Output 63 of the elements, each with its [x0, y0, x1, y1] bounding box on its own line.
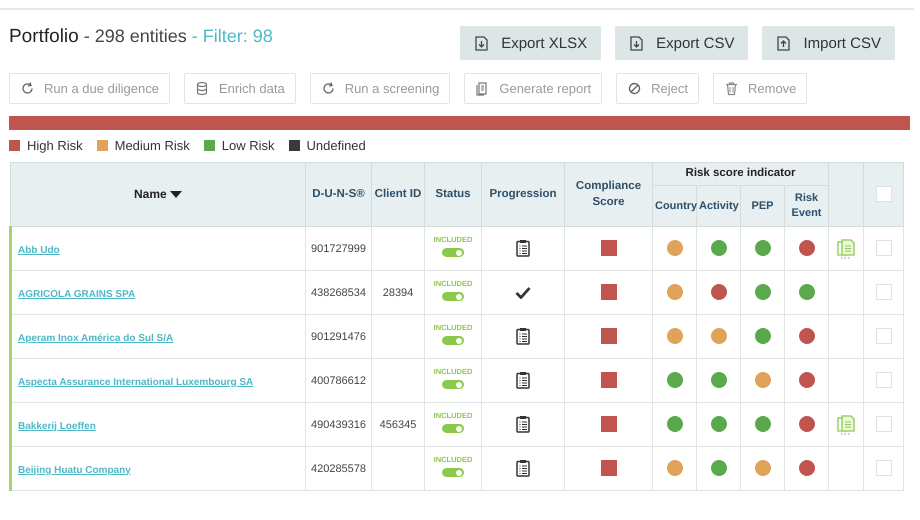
entity-link[interactable]: Beijing Huatu Company — [18, 464, 131, 476]
action-button[interactable]: Remove — [713, 73, 808, 104]
download-file-icon — [629, 36, 644, 50]
column-group-header: Risk score indicator — [652, 162, 828, 186]
column-header: Compliance Score — [564, 162, 652, 226]
status-toggle[interactable] — [442, 336, 464, 346]
entity-link[interactable]: Abb Udo — [18, 244, 60, 256]
entity-count: - 298 entities — [82, 26, 187, 46]
column-header: D-U-N-S® — [306, 162, 372, 226]
column-header: Progression — [482, 162, 564, 226]
entity-link[interactable]: AGRICOLA GRAINS SPA — [18, 288, 136, 300]
row-checkbox[interactable] — [876, 240, 892, 256]
table-cell: 420285578 — [306, 446, 372, 490]
column-header: Activity — [696, 186, 740, 226]
page-title: Portfolio — [9, 26, 79, 47]
table-cell: 901727999 — [306, 226, 372, 270]
row-checkbox[interactable] — [876, 460, 892, 476]
action-button[interactable]: Enrich data — [184, 73, 296, 104]
filter-count: - Filter: 98 — [190, 26, 273, 46]
export-button[interactable]: Export XLSX — [460, 26, 602, 60]
entity-link[interactable]: Aspecta Assurance International Luxembourg SA — [18, 376, 254, 388]
import-button[interactable]: Import CSV — [762, 26, 895, 60]
action-button[interactable]: Run a screening — [310, 73, 450, 104]
legend-label: Medium Risk — [114, 138, 190, 153]
legend-label: High Risk — [27, 138, 83, 153]
entity-link[interactable]: Aperam Inox América do Sul S/A — [18, 332, 174, 344]
column-header: Risk Event — [784, 186, 828, 226]
block-icon — [627, 81, 642, 96]
table-cell: 901291476 — [306, 314, 372, 358]
action-button[interactable]: Reject — [616, 73, 699, 104]
column-header: Status — [424, 162, 482, 226]
legend-label: Low Risk — [222, 138, 274, 153]
database-icon — [194, 81, 210, 96]
status-toggle[interactable] — [442, 468, 464, 478]
select-all-checkbox[interactable] — [876, 186, 892, 202]
column-header: PEP — [740, 186, 784, 226]
status-toggle[interactable] — [442, 248, 464, 258]
column-header: Country — [652, 186, 696, 226]
table-cell: 456345 — [372, 402, 424, 446]
legend-label: Undefined — [306, 138, 366, 153]
row-checkbox[interactable] — [876, 284, 892, 300]
status-toggle[interactable] — [442, 424, 464, 434]
action-button[interactable]: Generate report — [464, 73, 602, 104]
status-toggle[interactable] — [442, 292, 464, 302]
trash-icon — [724, 81, 739, 96]
sort-down-icon — [170, 191, 182, 200]
upload-file-icon — [776, 36, 792, 50]
download-file-icon — [474, 36, 490, 50]
table-cell: 28394 — [372, 270, 424, 314]
status-toggle[interactable] — [442, 380, 464, 390]
refresh-icon — [20, 81, 35, 96]
row-checkbox[interactable] — [876, 416, 892, 432]
table-cell: 490439316 — [306, 402, 372, 446]
refresh-icon — [320, 81, 336, 96]
row-checkbox[interactable] — [876, 328, 892, 344]
action-button[interactable]: Run a due diligence — [9, 73, 170, 104]
export-button[interactable]: Export CSV — [615, 26, 748, 60]
entity-link[interactable]: Bakkerij Loeffen — [18, 420, 96, 432]
column-header: Client ID — [372, 162, 424, 226]
row-checkbox[interactable] — [876, 372, 892, 388]
column-header[interactable]: Name — [10, 162, 306, 226]
table-cell: 400786612 — [306, 358, 372, 402]
table-cell: 438268534 — [306, 270, 372, 314]
